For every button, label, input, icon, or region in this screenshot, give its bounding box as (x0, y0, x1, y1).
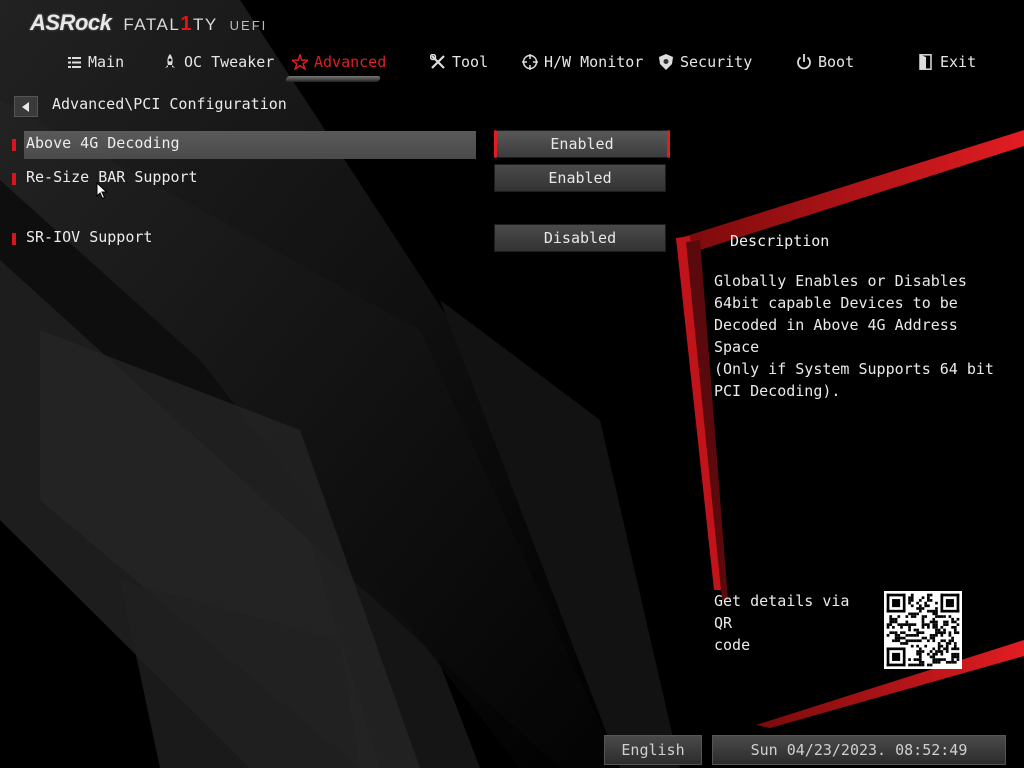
tab-main[interactable]: Main (66, 48, 124, 76)
brand-logo: ASRock FATAL1TY UEFI (30, 10, 267, 38)
tab-oc-tweaker-label: OC Tweaker (184, 53, 275, 71)
tab-advanced-label: Advanced (314, 53, 387, 71)
shield-icon (658, 54, 674, 70)
breadcrumb: Advanced\PCI Configuration (52, 95, 287, 113)
arrow-left-icon (22, 97, 30, 116)
description-title: Description (730, 232, 830, 250)
tools-icon (430, 54, 446, 70)
language-button[interactable]: English (604, 735, 702, 765)
datetime-display[interactable]: Sun 04/23/2023. 08:52:49 (712, 735, 1006, 765)
qr-caption-line: code (714, 636, 751, 654)
top-nav: Main OC Tweaker Advanced Tool H/W Monito… (0, 48, 1024, 78)
tab-hw-monitor[interactable]: H/W Monitor (522, 48, 643, 76)
tab-exit-label: Exit (940, 53, 977, 71)
crosshair-icon (522, 54, 538, 70)
description-line: 64bit capable Devices to be (714, 294, 958, 312)
tab-tool-label: Tool (452, 53, 489, 71)
description-text: Globally Enables or Disables 64bit capab… (714, 270, 1004, 402)
firmware-label: UEFI (229, 18, 268, 33)
star-icon (292, 54, 308, 70)
exit-door-icon (918, 54, 934, 70)
tab-hw-monitor-label: H/W Monitor (544, 53, 644, 71)
tab-advanced[interactable]: Advanced (292, 48, 386, 76)
description-line: Decoded in Above 4G Address Space (714, 316, 958, 356)
description-line: (Only if System Supports 64 bit (714, 360, 994, 378)
qr-code-icon (884, 591, 962, 669)
brand-series: FATAL1TY (123, 13, 218, 35)
mouse-cursor-icon (96, 181, 108, 204)
tab-security-label: Security (680, 53, 753, 71)
back-button[interactable] (14, 96, 38, 117)
qr-caption-line: Get details via QR (714, 592, 850, 632)
rocket-icon (162, 54, 178, 70)
qr-caption: Get details via QR code (714, 590, 874, 656)
brand-series-accent: 1 (180, 13, 193, 35)
tab-main-label: Main (88, 53, 125, 71)
list-icon (66, 54, 82, 70)
tab-boot-label: Boot (818, 53, 855, 71)
description-line: PCI Decoding). (714, 382, 841, 400)
active-tab-indicator (284, 76, 382, 82)
tab-tool[interactable]: Tool (430, 48, 488, 76)
brand-name: ASRock (30, 10, 112, 35)
description-line: Globally Enables or Disables (714, 272, 967, 290)
tab-oc-tweaker[interactable]: OC Tweaker (162, 48, 274, 76)
power-icon (796, 54, 812, 70)
tab-boot[interactable]: Boot (796, 48, 854, 76)
tab-security[interactable]: Security (658, 48, 752, 76)
tab-exit[interactable]: Exit (918, 48, 976, 76)
